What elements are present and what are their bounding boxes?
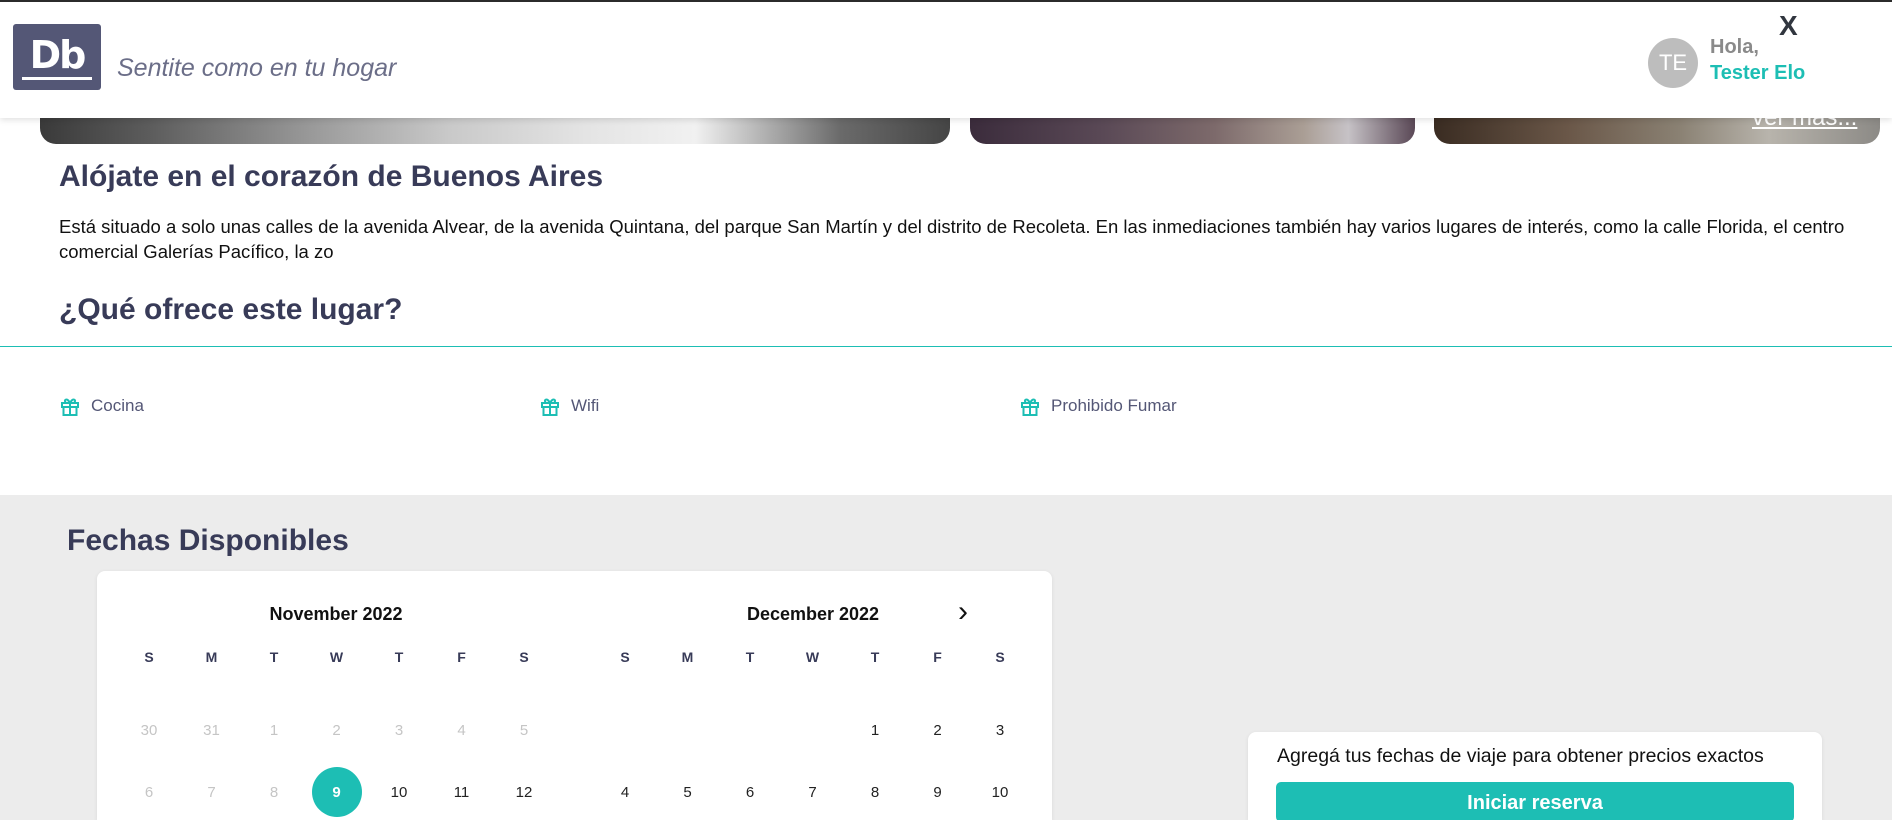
feature-item: Wifi bbox=[540, 395, 599, 417]
gift-icon bbox=[1021, 398, 1039, 416]
month-title: December 2022 bbox=[746, 604, 880, 624]
calendar-day[interactable]: 7 bbox=[788, 784, 838, 801]
calendar-day-selected[interactable]: 9 bbox=[311, 767, 362, 817]
feature-label: Wifi bbox=[571, 396, 600, 415]
avatar[interactable]: TE bbox=[1648, 38, 1698, 88]
feature-item: Prohibido Fumar bbox=[1020, 395, 1177, 417]
month-title: November 2022 bbox=[269, 604, 403, 624]
weekday-header: W bbox=[805, 649, 820, 665]
logo-text: Db bbox=[29, 32, 87, 77]
calendar-day[interactable]: 12 bbox=[499, 784, 549, 801]
calendar-day: 2 bbox=[332, 722, 341, 739]
calendar-day[interactable]: 1 bbox=[850, 722, 900, 739]
calendar-day: 30 bbox=[140, 722, 158, 739]
calendar-day: 8 bbox=[269, 784, 279, 801]
calendar-day[interactable]: 9 bbox=[913, 784, 963, 801]
divider bbox=[0, 346, 1892, 347]
chevron-right-icon[interactable]: › bbox=[958, 595, 968, 629]
calendar-day[interactable]: 2 bbox=[913, 722, 963, 739]
availability-title: Fechas Disponibles bbox=[67, 524, 349, 557]
calendar-day[interactable]: 5 bbox=[663, 784, 713, 801]
calendar-day: 5 bbox=[519, 722, 529, 739]
feature-item: Cocina bbox=[60, 395, 144, 417]
calendar-day: 7 bbox=[207, 784, 216, 801]
description-text: Está situado a solo unas calles de la av… bbox=[59, 216, 1845, 262]
weekday-header: W bbox=[329, 649, 344, 665]
calendar-day[interactable]: 3 bbox=[975, 722, 1025, 739]
weekday-header: M bbox=[205, 649, 218, 665]
weekday-header: S bbox=[144, 649, 154, 665]
greeting: Hola, bbox=[1710, 36, 1759, 58]
weekday-header: F bbox=[933, 649, 942, 665]
calendar-day: 6 bbox=[144, 784, 154, 801]
weekday-header: T bbox=[394, 649, 404, 665]
calendar-day: 1 bbox=[269, 722, 279, 739]
weekday-header: F bbox=[457, 649, 466, 665]
feature-label: Prohibido Fumar bbox=[1051, 396, 1177, 415]
weekday-header: T bbox=[745, 649, 755, 665]
site-header: Db Sentite como en tu hogar TE Hola, Tes… bbox=[0, 0, 1892, 118]
calendar-day[interactable]: 6 bbox=[725, 784, 775, 801]
calendar-day[interactable]: 11 bbox=[437, 784, 487, 801]
calendar-day[interactable]: 8 bbox=[850, 784, 900, 801]
booking-prompt: Agregá tus fechas de viaje para obtener … bbox=[1277, 745, 1764, 767]
calendar-day[interactable]: 10 bbox=[975, 784, 1025, 801]
page-title: Alójate en el corazón de Buenos Aires bbox=[59, 160, 604, 193]
weekday-header: S bbox=[620, 649, 630, 665]
weekday-header: T bbox=[870, 649, 880, 665]
weekday-header: S bbox=[995, 649, 1005, 665]
calendar-day: 4 bbox=[457, 722, 466, 739]
calendar-day: 3 bbox=[394, 722, 404, 739]
logo[interactable]: Db bbox=[13, 24, 101, 90]
gift-icon bbox=[61, 398, 79, 416]
calendar-day: 31 bbox=[203, 722, 220, 739]
gift-icon bbox=[541, 398, 559, 416]
user-name: Tester Elo bbox=[1710, 62, 1806, 84]
feature-label: Cocina bbox=[91, 396, 144, 415]
tagline: Sentite como en tu hogar bbox=[117, 54, 397, 82]
weekday-header: M bbox=[681, 649, 694, 665]
calendar-day[interactable]: 10 bbox=[374, 784, 424, 801]
weekday-header: S bbox=[519, 649, 529, 665]
features-title: ¿Qué ofrece este lugar? bbox=[59, 293, 403, 326]
start-booking-button[interactable]: Iniciar reserva bbox=[1276, 782, 1794, 820]
calendar-day[interactable]: 4 bbox=[600, 784, 650, 801]
close-icon[interactable]: X bbox=[1779, 10, 1798, 42]
weekday-header: T bbox=[269, 649, 279, 665]
logo-underline bbox=[22, 76, 92, 80]
